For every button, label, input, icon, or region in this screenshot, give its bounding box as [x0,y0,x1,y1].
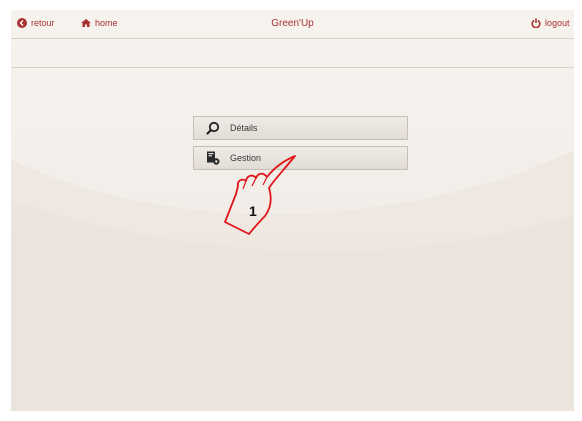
magnifier-icon [206,121,220,135]
logout-button[interactable]: logout [531,10,570,36]
step-number: 1 [249,203,257,219]
document-settings-icon [207,151,220,165]
power-icon [531,18,541,28]
header-divider [11,38,574,39]
app-title: Green'Up [271,17,314,29]
app-screen: retour home Green'Up logout Détails Gest… [11,10,574,411]
section-divider [11,67,574,68]
logout-label: logout [545,18,570,28]
details-label: Détails [230,123,258,133]
details-button[interactable]: Détails [193,116,408,140]
pointing-hand-annotation: 1 [224,155,296,235]
top-navigation-bar: retour home Green'Up logout [11,10,574,36]
